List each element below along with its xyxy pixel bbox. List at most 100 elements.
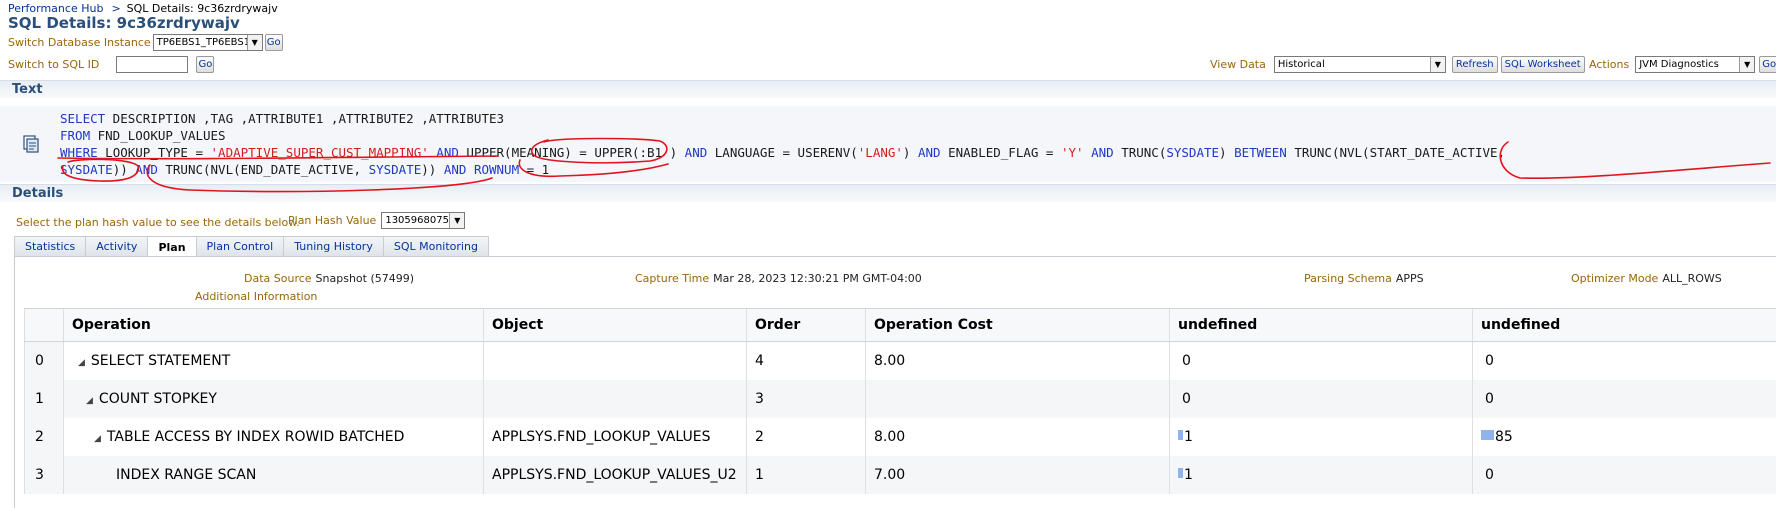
value-bar	[1481, 429, 1494, 440]
view-data-select-value: Historical	[1277, 58, 1325, 70]
instance-go-button[interactable]: Go	[264, 34, 283, 51]
column-header-undefined-1[interactable]: undefined	[1169, 308, 1473, 342]
tab-statistics[interactable]: Statistics	[14, 236, 87, 256]
detail-tabs: Statistics Activity Plan Plan Control Tu…	[14, 236, 489, 257]
row-undefined-1: 0	[1169, 379, 1473, 418]
sql-text: LANGUAGE = USERENV(	[707, 145, 858, 160]
sql-text: ))	[112, 162, 136, 177]
sql-keyword: BETWEEN	[1234, 145, 1287, 160]
details-section-header	[0, 184, 1776, 202]
row-order: 4	[746, 341, 866, 380]
table-row[interactable]: 0 ◢ SELECT STATEMENT 4 8.00 0 0	[24, 341, 1776, 380]
chevron-down-icon: ▼	[246, 35, 262, 50]
sql-line-1: SELECT DESCRIPTION ,TAG ,ATTRIBUTE1 ,ATT…	[60, 111, 504, 126]
sql-text: )	[902, 145, 918, 160]
row-id: 0	[24, 341, 64, 380]
column-header-object[interactable]: Object	[483, 308, 747, 342]
column-header-order[interactable]: Order	[746, 308, 866, 342]
sql-text: UPPER(MEANING) = UPPER(:B1 )	[466, 145, 685, 160]
value-text: 85	[1495, 428, 1513, 445]
row-undefined-1: 0	[1169, 341, 1473, 380]
column-header-undefined-2[interactable]: undefined	[1472, 308, 1776, 342]
actions-label: Actions	[1589, 57, 1630, 71]
tab-plan-control[interactable]: Plan Control	[195, 236, 285, 256]
text-section-title: Text	[12, 82, 43, 97]
sql-id-go-button[interactable]: Go	[196, 55, 215, 73]
capture-time: Capture Time Mar 28, 2023 12:30:21 PM GMT…	[635, 272, 922, 285]
value-text: 1	[1184, 466, 1193, 483]
operation-text: TABLE ACCESS BY INDEX ROWID BATCHED	[106, 428, 405, 445]
row-object	[483, 379, 747, 418]
instance-select-value: TP6EBS1_TP6EBS11	[156, 37, 257, 48]
row-cost: 8.00	[865, 341, 1170, 380]
expand-triangle-icon[interactable]: ◢	[94, 434, 101, 444]
plan-hash-label: Plan Hash Value	[288, 214, 377, 227]
data-source-label: Data Source	[244, 272, 312, 285]
row-undefined-2: 0	[1472, 341, 1776, 380]
view-data-select[interactable]: Historical ▼	[1273, 55, 1446, 73]
actions-select[interactable]: JVM Diagnostics ▼	[1635, 55, 1756, 73]
sql-text: LOOKUP_TYPE =	[97, 145, 211, 160]
operation-text: COUNT STOPKEY	[98, 390, 217, 407]
value-text: 1	[1184, 428, 1193, 445]
parsing-schema-value: APPS	[1395, 272, 1424, 285]
actions-select-value: JVM Diagnostics	[1639, 58, 1719, 70]
sql-text: )	[1219, 145, 1235, 160]
copy-icon[interactable]	[22, 135, 40, 153]
expand-triangle-icon[interactable]: ◢	[86, 396, 93, 406]
sql-keyword: AND	[428, 145, 467, 160]
row-id: 1	[24, 379, 64, 418]
column-header-operation-cost[interactable]: Operation Cost	[865, 308, 1170, 342]
plan-hash-group: Plan Hash Value 1305968075 ▼	[288, 212, 466, 229]
tab-activity[interactable]: Activity	[85, 236, 149, 256]
row-operation: ◢ SELECT STATEMENT	[63, 341, 484, 380]
table-row[interactable]: 2 ◢ TABLE ACCESS BY INDEX ROWID BATCHED A…	[24, 417, 1776, 456]
additional-information-label: Additional Information	[195, 290, 318, 303]
sql-line-4: SYSDATE)) AND TRUNC(NVL(END_DATE_ACTIVE,…	[60, 162, 549, 177]
details-section-title: Details	[12, 186, 64, 201]
column-header-operation[interactable]: Operation	[63, 308, 484, 342]
sql-text: FND_LOOKUP_VALUES	[90, 128, 226, 143]
table-row[interactable]: 1 ◢ COUNT STOPKEY 3 0 0	[24, 379, 1776, 418]
capture-time-value: Mar 28, 2023 12:30:21 PM GMT-04:00	[713, 272, 922, 285]
tab-sql-monitoring[interactable]: SQL Monitoring	[382, 236, 489, 256]
optimizer-mode-value: ALL_ROWS	[1662, 272, 1722, 285]
optimizer-mode-label: Optimizer Mode	[1571, 272, 1659, 285]
sql-text: = 1	[519, 162, 550, 177]
row-object: APPLSYS.FND_LOOKUP_VALUES	[483, 417, 747, 456]
row-undefined-2: 0	[1472, 455, 1776, 494]
sql-string: 'Y'	[1060, 145, 1084, 160]
plan-hash-select[interactable]: 1305968075 ▼	[381, 212, 466, 229]
row-operation: INDEX RANGE SCAN	[63, 455, 484, 494]
sql-text: TRUNC(NVL(START_DATE_ACTIVE,	[1286, 145, 1506, 160]
data-source: Data Source Snapshot (57499)	[244, 272, 414, 285]
row-undefined-1: 1	[1169, 455, 1473, 494]
sql-id-label: Switch to SQL ID	[8, 57, 100, 71]
text-section-header	[0, 80, 1776, 98]
sql-string: 'LANG'	[857, 145, 903, 160]
refresh-button[interactable]: Refresh	[1451, 55, 1498, 73]
actions-go-button[interactable]: Go	[1759, 55, 1776, 73]
sql-worksheet-button[interactable]: SQL Worksheet	[1500, 55, 1585, 73]
data-source-link[interactable]: Snapshot (57499)	[316, 272, 415, 285]
sql-string: 'ADAPTIVE_SUPER_CUST_MAPPING'	[210, 145, 429, 160]
parsing-schema-label: Parsing Schema	[1304, 272, 1392, 285]
sql-keyword: SYSDATE	[60, 162, 113, 177]
expand-triangle-icon[interactable]: ◢	[78, 358, 85, 368]
tab-tuning-history[interactable]: Tuning History	[283, 236, 384, 256]
tab-plan[interactable]: Plan	[147, 236, 197, 257]
instance-select[interactable]: TP6EBS1_TP6EBS11 ▼	[152, 34, 263, 51]
sql-text: ))	[421, 162, 444, 177]
chevron-down-icon: ▼	[449, 213, 465, 228]
row-object	[483, 341, 747, 380]
table-row[interactable]: 3 INDEX RANGE SCAN APPLSYS.FND_LOOKUP_VA…	[24, 455, 1776, 494]
page-title: SQL Details: 9c36zrdrywajv	[8, 14, 240, 32]
sql-keyword: SELECT	[60, 111, 106, 126]
view-data-group: View Data Historical ▼ Refresh SQL Works…	[1210, 55, 1585, 73]
sql-keyword: WHERE	[60, 145, 98, 160]
sql-id-switcher: Switch to SQL ID Go	[8, 55, 215, 73]
sql-keyword: FROM	[60, 128, 91, 143]
chevron-down-icon: ▼	[1739, 56, 1755, 72]
row-order: 1	[746, 455, 866, 494]
sql-id-input[interactable]	[116, 55, 189, 73]
